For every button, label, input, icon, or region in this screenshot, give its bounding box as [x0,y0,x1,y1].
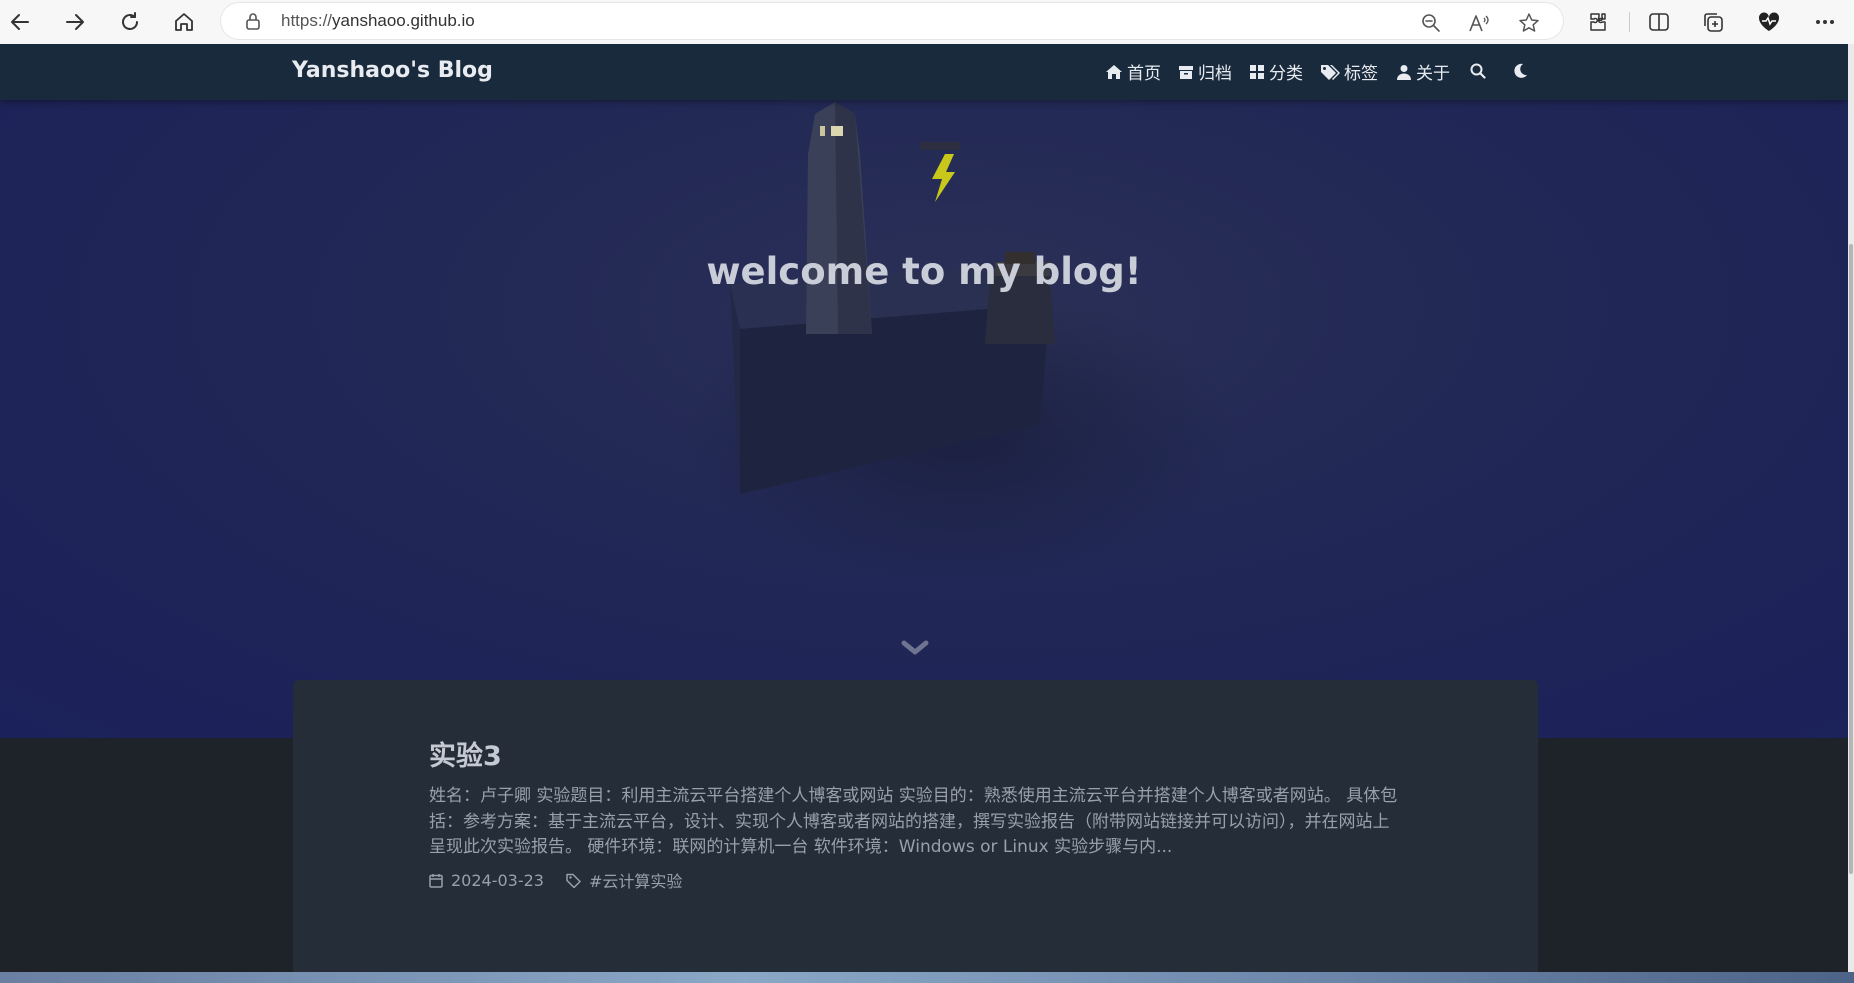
lighthouse-illustration [730,102,1055,494]
home-icon[interactable] [164,4,204,40]
nav-tags-label: 标签 [1344,64,1378,84]
nav-archive[interactable]: 归档 [1178,59,1232,84]
post-tag[interactable]: #云计算实验 [566,868,682,892]
search-icon[interactable] [1470,63,1486,79]
vertical-scrollbar[interactable] [1848,44,1854,972]
toolbar-divider [1629,12,1630,32]
site-navbar: Yanshaoo's Blog 首页 归档 分类 标签 关于 [0,44,1848,100]
read-aloud-icon[interactable] [1467,11,1491,35]
post-date-text: 2024-03-23 [451,870,544,890]
nav-categories[interactable]: 分类 [1249,59,1303,84]
url-host: yanshaoo.github.io [332,11,475,30]
calendar-icon [429,873,443,888]
taskbar-edge [0,972,1854,983]
post-card[interactable]: 实验3 姓名：卢子卿 实验题目：利用主流云平台搭建个人博客或网站 实验目的：熟悉… [293,680,1538,972]
more-icon[interactable] [1805,4,1845,40]
address-bar[interactable]: https://yanshaoo.github.io [221,3,1563,39]
post-tag-text[interactable]: #云计算实验 [589,868,682,892]
home-icon [1106,64,1122,79]
url-text[interactable]: https://yanshaoo.github.io [281,11,475,31]
page-viewport: Yanshaoo's Blog 首页 归档 分类 标签 关于 welcome t… [0,44,1848,972]
hero-title: welcome to my blog! [706,250,1142,293]
post-excerpt: 姓名：卢子卿 实验题目：利用主流云平台搭建个人博客或网站 实验目的：熟悉使用主流… [429,786,1398,857]
split-screen-icon[interactable] [1639,4,1679,40]
nav-archive-label: 归档 [1198,64,1232,84]
nav-about-label: 关于 [1416,64,1450,84]
post-date: 2024-03-23 [429,871,544,890]
grid-icon [1250,64,1264,79]
refresh-icon[interactable] [110,4,150,40]
back-icon[interactable] [0,4,40,40]
url-protocol: https:// [281,11,333,30]
nav-categories-label: 分类 [1269,64,1303,84]
chevron-down-icon[interactable] [900,638,930,658]
post-meta: 2024-03-23 #云计算实验 [429,868,704,892]
nav-home-label: 首页 [1127,64,1161,84]
hero-banner [0,44,1848,738]
browser-toolbar: https://yanshaoo.github.io [0,0,1854,45]
user-icon [1397,64,1411,80]
lock-icon[interactable] [243,11,263,31]
favorite-star-icon[interactable] [1517,11,1541,35]
site-brand[interactable]: Yanshaoo's Blog [292,58,493,83]
post-title[interactable]: 实验3 [429,734,502,773]
archive-icon [1179,65,1193,79]
nav-home[interactable]: 首页 [1105,59,1161,84]
nav-about[interactable]: 关于 [1396,59,1450,84]
nav-tags[interactable]: 标签 [1320,59,1378,84]
tag-icon [566,873,581,888]
extensions-icon[interactable] [1578,4,1618,40]
tags-icon [1321,64,1340,80]
zoom-out-icon[interactable] [1419,11,1443,35]
scrollbar-thumb[interactable] [1849,244,1853,874]
browser-essentials-icon[interactable] [1749,4,1789,40]
forward-icon[interactable] [55,4,95,40]
moon-icon[interactable] [1512,63,1528,79]
collections-icon[interactable] [1693,4,1733,40]
